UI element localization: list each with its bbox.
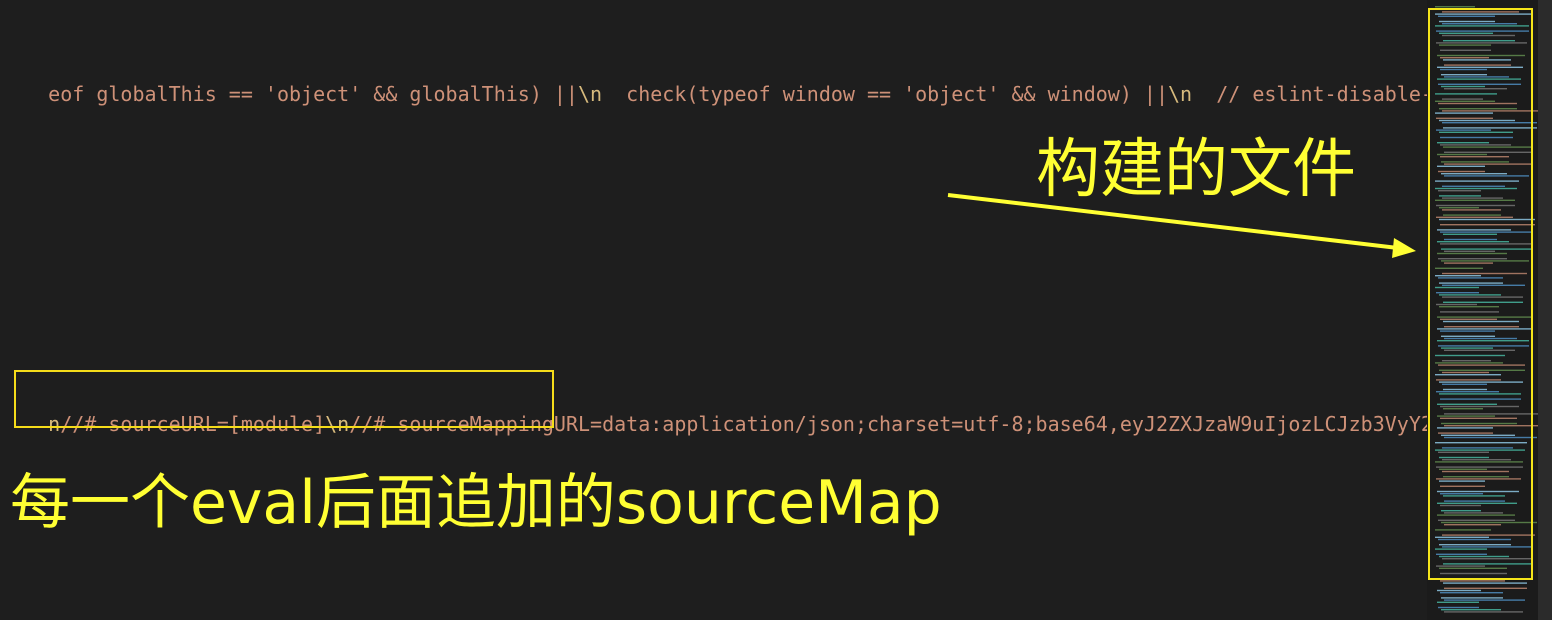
minimap-scrollbar[interactable]	[1538, 0, 1552, 620]
minimap-line	[1443, 582, 1527, 584]
minimap-line	[1440, 592, 1503, 594]
sourcemap-annotation: 每一个eval后面追加的sourceMap	[10, 468, 942, 538]
minimap-line	[1437, 589, 1481, 592]
minimap-line	[1444, 611, 1523, 613]
escape-sequence: \n	[1168, 82, 1193, 106]
code-editor[interactable]: eof globalThis == 'object' && globalThis…	[0, 0, 1427, 620]
minimap-line	[1444, 587, 1527, 589]
code-segment: // eslint-disable-nex	[1216, 82, 1427, 106]
minimap-highlight-box	[1428, 8, 1533, 580]
minimap-line	[1444, 599, 1525, 601]
minimap-line	[1440, 580, 1505, 582]
source-url-highlight-box	[14, 370, 554, 428]
minimap-line	[1438, 606, 1479, 609]
minimap-line	[1441, 609, 1501, 611]
code-segment: check(typeof window == 'object' && windo…	[602, 82, 1169, 106]
code-segment: eof globalThis == 'object' && globalThis…	[48, 82, 578, 106]
built-file-annotation: 构建的文件	[1036, 133, 1356, 207]
minimap-line	[1441, 597, 1503, 599]
minimap-line	[1437, 601, 1479, 603]
escape-sequence: \n	[577, 82, 603, 106]
